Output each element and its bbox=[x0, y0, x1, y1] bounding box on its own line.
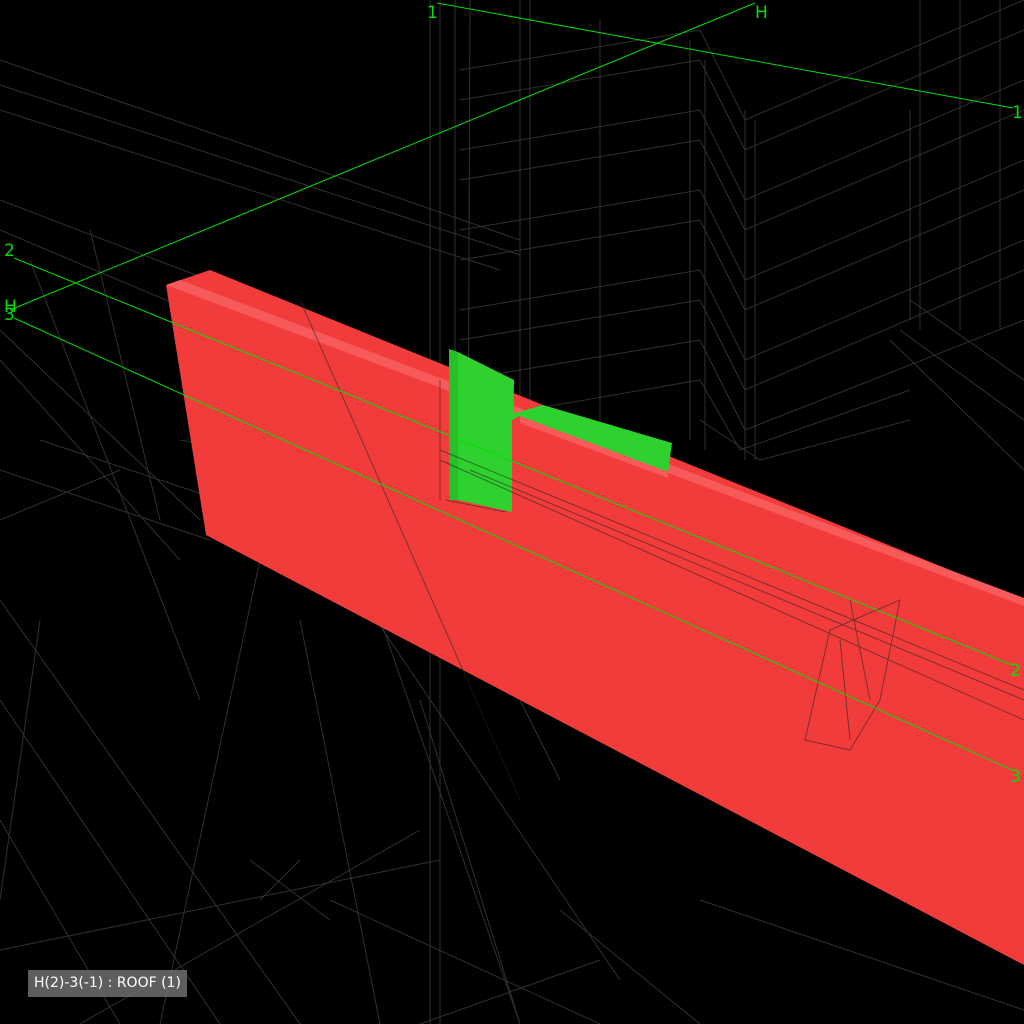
model-view-canvas[interactable]: 1 1 H H 2 2 3 3 bbox=[0, 0, 1024, 1024]
gridline-h-start-label: H bbox=[755, 3, 768, 23]
location-status-label: H(2)-3(-1) : ROOF (1) bbox=[28, 970, 187, 997]
gridline-2-start-label: 2 bbox=[4, 241, 15, 261]
gridline-3-end-label: 3 bbox=[1010, 767, 1021, 787]
gridline-1-end-label: 1 bbox=[1012, 103, 1023, 123]
3d-viewport[interactable]: 1 1 H H 2 2 3 3 H(2)-3(-1) : ROOF (1) bbox=[0, 0, 1024, 1024]
gridline-2-end-label: 2 bbox=[1010, 661, 1021, 681]
gridline-1-start-label: 1 bbox=[427, 3, 438, 23]
gridline-1[interactable] bbox=[436, 2, 1014, 109]
gridline-3-start-label: 3 bbox=[4, 305, 15, 325]
gridline-h[interactable] bbox=[9, 2, 756, 311]
